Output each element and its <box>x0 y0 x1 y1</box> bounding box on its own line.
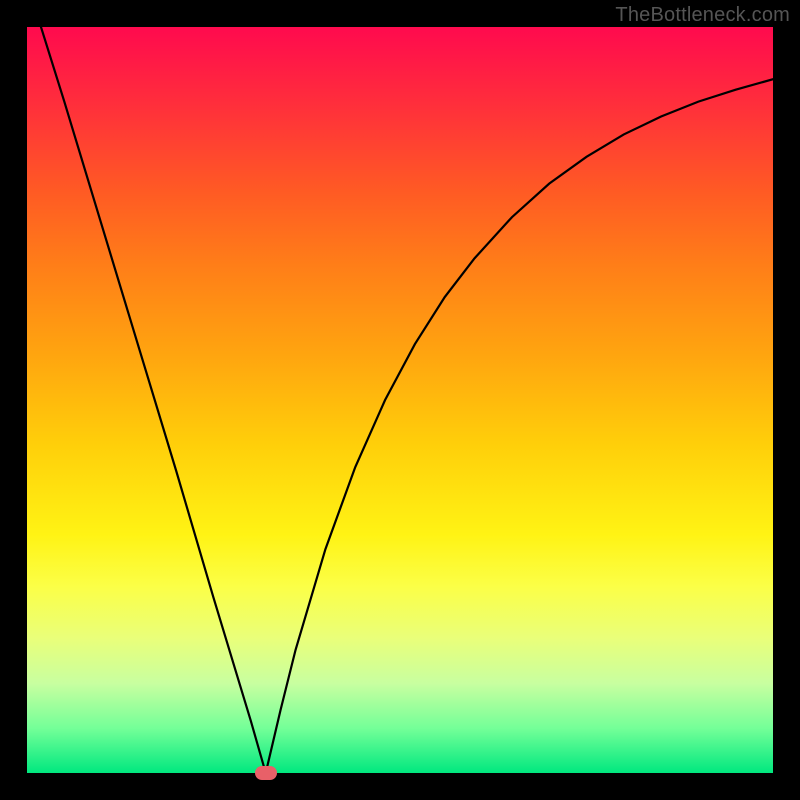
watermark-text: TheBottleneck.com <box>615 4 790 27</box>
chart-frame: TheBottleneck.com <box>0 0 800 800</box>
plot-area <box>27 27 773 773</box>
optimal-point-marker <box>255 766 277 780</box>
bottleneck-curve <box>27 27 773 773</box>
